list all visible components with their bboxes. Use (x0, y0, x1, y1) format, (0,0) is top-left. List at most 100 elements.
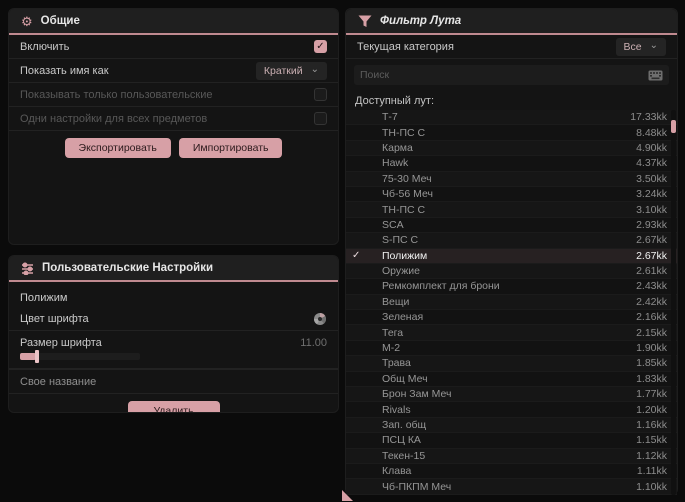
loot-row[interactable]: Карма 4.90kk (346, 140, 677, 157)
same-settings-label: Одни настройки для всех предметов (20, 112, 208, 125)
loot-row[interactable]: М-2 1.90kk (346, 340, 677, 357)
general-panel: ⚙ Общие Включить ✓ Показать имя как Крат… (8, 8, 339, 245)
font-size-value: 11.00 (300, 337, 327, 349)
loot-item-value: 2.67kk (636, 249, 667, 262)
loot-item-name: ПСЦ КА (382, 434, 421, 447)
loot-row[interactable]: Hawk 4.37kk (346, 156, 677, 172)
loot-row[interactable]: S-ПС С 2.67kk (346, 233, 677, 249)
loot-item-value: 3.50kk (636, 172, 667, 185)
loot-item-value: 8.48kk (636, 126, 667, 139)
loot-item-value: 3.24kk (636, 188, 667, 201)
loot-row[interactable]: ПСЦ КА 1.15kk (346, 433, 677, 449)
loot-row[interactable]: Общ Меч 1.83kk (346, 371, 677, 388)
show-name-row: Показать имя как Краткий ⌄ (9, 59, 338, 83)
resize-grip[interactable] (342, 490, 353, 501)
enable-label: Включить (20, 40, 70, 53)
loot-item-value: 1.20kk (636, 403, 667, 416)
loot-filter-title: Фильтр Лута (380, 15, 462, 27)
loot-row[interactable]: Чб-ПКПМ Меч 1.10kk (346, 479, 677, 495)
loot-item-value: 4.37kk (636, 157, 667, 170)
loot-item-value: 17.33kk (630, 111, 667, 124)
export-button[interactable]: Экспортировать (64, 138, 171, 158)
loot-row[interactable]: ✓ Полижим 2.67kk (346, 248, 677, 264)
custom-settings-title: Пользовательские Настройки (42, 262, 214, 274)
loot-row[interactable]: Ремкомплект для брони 2.43kk (346, 279, 677, 295)
loot-item-name: Трава (382, 357, 411, 370)
loot-row[interactable]: Оружие 2.61kk (346, 263, 677, 280)
loot-item-value: 2.43kk (636, 280, 667, 293)
loot-item-name: Т-7 (382, 111, 398, 124)
loot-row[interactable]: Т-7 17.33kk (346, 110, 677, 126)
category-dropdown[interactable]: Все ⌄ (615, 37, 666, 56)
loot-item-value: 2.16kk (636, 311, 667, 324)
enable-checkbox[interactable]: ✓ (314, 40, 327, 53)
loot-row[interactable]: Текен-15 1.12kk (346, 448, 677, 464)
category-row: Текущая категория Все ⌄ (346, 35, 677, 59)
chevron-down-icon: ⌄ (649, 39, 658, 51)
loot-list-scrollbar[interactable] (671, 110, 676, 495)
palette-icon[interactable] (313, 312, 327, 326)
delete-row: Удалить (9, 394, 338, 412)
loot-row[interactable]: Зап. общ 1.16kk (346, 417, 677, 434)
loot-row[interactable]: ТН-ПС С 8.48kk (346, 125, 677, 141)
font-size-slider[interactable] (20, 350, 140, 363)
loot-row[interactable]: Тега 2.15kk (346, 325, 677, 341)
loot-row[interactable]: Чб-56 Меч 3.24kk (346, 186, 677, 203)
font-size-slider-thumb[interactable] (35, 350, 39, 363)
loot-item-name: Зап. общ (382, 419, 427, 431)
category-dropdown-value: Все (623, 40, 642, 53)
loot-row[interactable]: Клава 1.11kk (346, 463, 677, 480)
font-size-label: Размер шрифта (20, 337, 102, 349)
loot-row[interactable]: Rivals 1.20kk (346, 402, 677, 418)
loot-item-name: Ремкомплект для брони (382, 280, 500, 293)
loot-item-name: ТН-ПС С (382, 203, 426, 216)
loot-filter-header: Фильтр Лута (346, 9, 677, 35)
only-custom-label: Показывать только пользовательские (20, 88, 213, 101)
show-name-dropdown[interactable]: Краткий ⌄ (255, 61, 327, 80)
loot-row[interactable]: ТН-ПС С 3.10kk (346, 202, 677, 218)
loot-item-name: Брон Зам Меч (382, 388, 452, 401)
search-bar (354, 65, 669, 85)
font-color-label: Цвет шрифта (20, 313, 89, 325)
loot-row[interactable]: Вещи 2.42kk (346, 294, 677, 311)
general-panel-header: ⚙ Общие (9, 9, 338, 35)
funnel-icon (358, 15, 372, 28)
only-custom-checkbox[interactable] (314, 88, 327, 101)
loot-item-name: Чб-ПКПМ Меч (382, 480, 452, 493)
show-name-dropdown-value: Краткий (263, 64, 303, 77)
loot-row[interactable]: 75-30 Меч 3.50kk (346, 171, 677, 187)
loot-item-name: Hawk (382, 157, 409, 170)
loot-item-name: Клава (382, 465, 412, 478)
loot-item-value: 4.90kk (636, 141, 667, 154)
loot-row[interactable]: Трава 1.85kk (346, 356, 677, 372)
loot-item-name: ТН-ПС С (382, 126, 426, 139)
loot-item-name: Оружие (382, 265, 420, 278)
loot-item-value: 1.12kk (636, 449, 667, 462)
general-panel-title: Общие (40, 15, 80, 27)
loot-item-value: 1.90kk (636, 342, 667, 355)
loot-row[interactable]: Брон Зам Меч 1.77kk (346, 387, 677, 403)
enable-row: Включить ✓ (9, 35, 338, 59)
loot-item-name: Rivals (382, 403, 411, 416)
font-size-slider-fill (20, 353, 36, 360)
delete-button[interactable]: Удалить (127, 401, 220, 412)
keyboard-icon[interactable] (648, 70, 663, 81)
import-button[interactable]: Импортировать (178, 138, 283, 158)
search-input[interactable] (360, 69, 642, 81)
loot-item-name: М-2 (382, 342, 401, 355)
loot-list-scrollbar-thumb[interactable] (671, 120, 676, 133)
chevron-down-icon: ⌄ (310, 63, 319, 75)
loot-row[interactable]: SCA 2.93kk (346, 217, 677, 234)
gear-icon: ⚙ (21, 13, 33, 29)
export-import-row: Экспортировать Импортировать (9, 131, 338, 166)
loot-item-value: 2.15kk (636, 326, 667, 339)
loot-list: Т-7 17.33kk ТН-ПС С 8.48kk Карма 4.90kk … (346, 110, 677, 495)
loot-row[interactable]: Зеленая 2.16kk (346, 310, 677, 326)
custom-settings-panel: Пользовательские Настройки Полижим Цвет … (8, 255, 339, 413)
same-settings-checkbox[interactable] (314, 112, 327, 125)
loot-item-name: SCA (382, 218, 404, 231)
check-icon: ✓ (352, 250, 361, 262)
custom-name-input[interactable] (20, 375, 327, 388)
loot-item-name: Общ Меч (382, 372, 428, 385)
loot-item-value: 1.16kk (636, 419, 667, 431)
